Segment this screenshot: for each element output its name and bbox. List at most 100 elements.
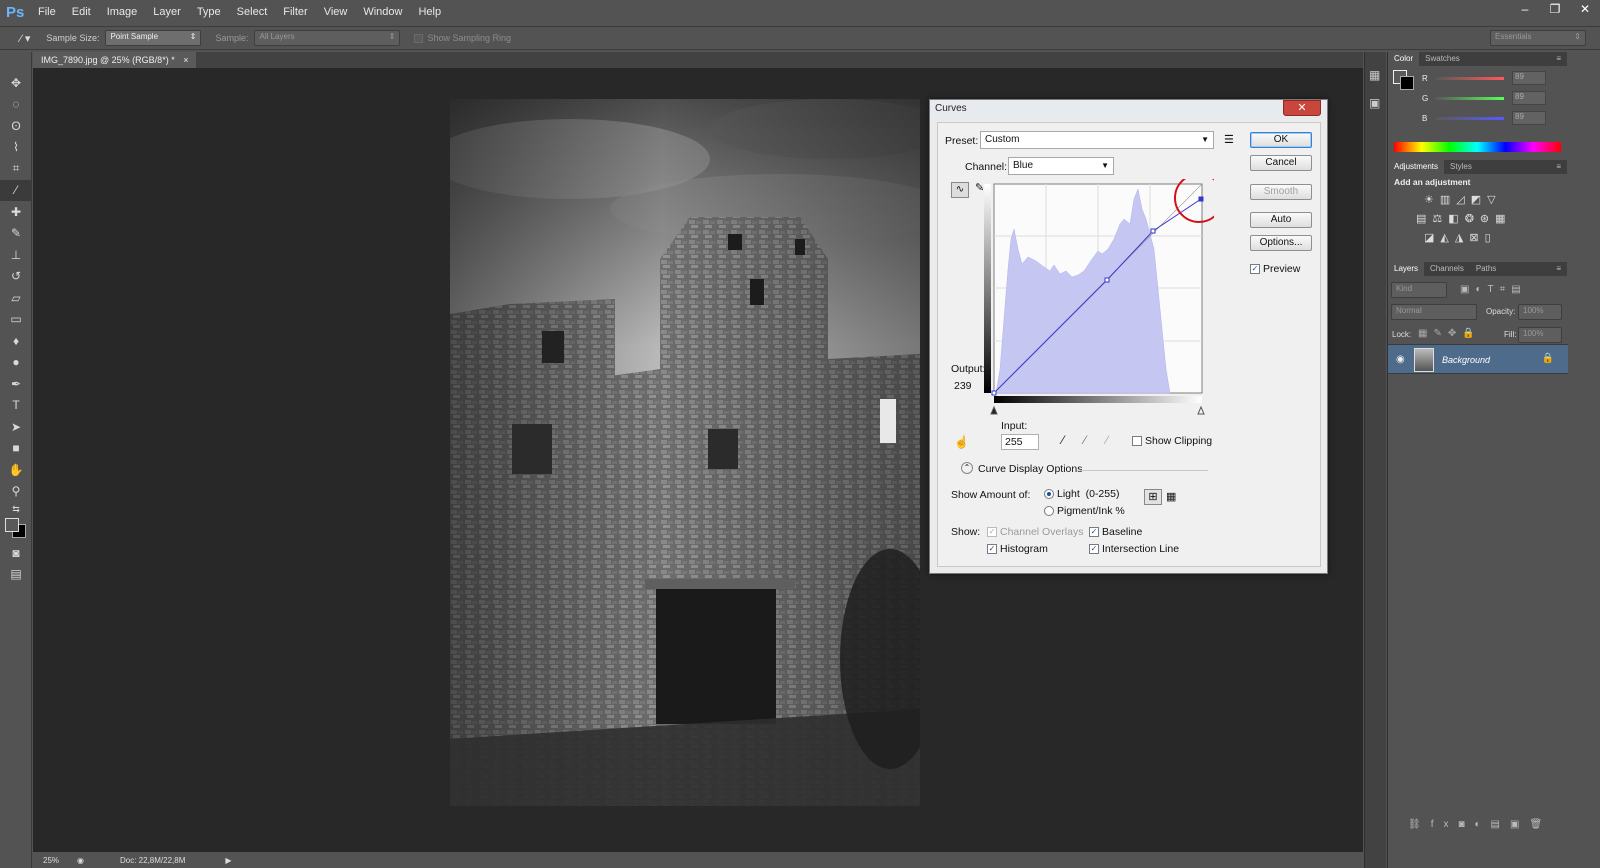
hue-saturation-icon[interactable]: ▤ (1416, 212, 1426, 225)
output-field[interactable]: 239 (951, 378, 983, 394)
zoom-level[interactable]: 25% (43, 856, 59, 865)
preset-select[interactable]: Custom ▼ (980, 131, 1214, 149)
menu-help[interactable]: Help (410, 6, 449, 18)
posterize-icon[interactable]: ◭ (1440, 231, 1448, 244)
color-balance-icon[interactable]: ⚖ (1432, 212, 1442, 225)
blur-tool-icon[interactable]: ♦ (0, 330, 32, 352)
minimize-button[interactable]: – (1510, 0, 1540, 20)
panel-menu-icon[interactable]: ≡ (1550, 52, 1567, 66)
blue-value[interactable]: 89 (1512, 111, 1546, 125)
fill-field[interactable]: 100% (1518, 327, 1562, 343)
grid-simple-icon[interactable]: ⊞ (1144, 489, 1162, 505)
menu-edit[interactable]: Edit (64, 6, 99, 18)
baseline-checkbox[interactable]: ✓ (1089, 527, 1099, 537)
white-point-slider[interactable] (1197, 405, 1205, 415)
input-field[interactable]: 255 (1001, 434, 1039, 450)
pigment-ink-radio[interactable] (1044, 506, 1054, 516)
color-lookup-icon[interactable]: ▦ (1495, 212, 1505, 225)
quick-select-tool-icon[interactable]: ⌇ (0, 137, 32, 159)
history-brush-tool-icon[interactable]: ↺ (0, 266, 32, 288)
history-panel-icon[interactable]: ▦ (1369, 68, 1386, 82)
cancel-button[interactable]: Cancel (1250, 155, 1312, 171)
clone-stamp-tool-icon[interactable]: ⊥ (0, 244, 32, 266)
properties-panel-icon[interactable]: ▣ (1369, 96, 1386, 110)
gradient-map-icon[interactable]: ▯ (1485, 231, 1491, 244)
tab-swatches[interactable]: Swatches (1419, 52, 1466, 66)
collapse-options-icon[interactable]: ⌃ (961, 462, 973, 474)
dodge-tool-icon[interactable]: ● (0, 352, 32, 374)
layer-row-background[interactable]: ◉ Background 🔒 (1388, 344, 1568, 374)
close-window-button[interactable]: ✕ (1570, 0, 1600, 20)
foreground-background-swatches[interactable] (0, 516, 31, 542)
panel-menu-icon[interactable]: ≡ (1550, 160, 1567, 174)
menu-type[interactable]: Type (189, 6, 229, 18)
zoom-tool-icon[interactable]: ⚲ (0, 481, 32, 503)
menu-layer[interactable]: Layer (145, 6, 189, 18)
layer-filter-icons[interactable]: ▣◐T⌗▤ (1460, 284, 1527, 295)
photo-filter-icon[interactable]: ❂ (1465, 212, 1474, 225)
black-point-slider[interactable] (990, 405, 998, 415)
healing-brush-tool-icon[interactable]: ✚ (0, 201, 32, 223)
preset-options-icon[interactable]: ☰ (1224, 133, 1234, 146)
menu-window[interactable]: Window (355, 6, 410, 18)
channel-select[interactable]: Blue ▼ (1008, 157, 1114, 175)
workspace-select[interactable]: Essentials ⇕ (1490, 30, 1586, 46)
move-tool-icon[interactable]: ✥ (0, 72, 32, 94)
document-image[interactable] (450, 99, 920, 806)
red-slider[interactable] (1436, 76, 1504, 80)
white-eyedropper-icon[interactable]: ⁄ (1106, 433, 1108, 447)
color-spectrum-bar[interactable] (1394, 142, 1561, 152)
menu-file[interactable]: File (30, 6, 64, 18)
type-tool-icon[interactable]: T (0, 395, 32, 417)
light-radio[interactable] (1044, 489, 1054, 499)
kind-filter-select[interactable]: Kind (1391, 282, 1447, 298)
invert-icon[interactable]: ◪ (1424, 231, 1434, 244)
blue-slider[interactable] (1436, 116, 1504, 120)
menu-view[interactable]: View (316, 6, 356, 18)
options-button[interactable]: Options... (1250, 235, 1312, 251)
sample-select[interactable]: All Layers ⇕ (254, 30, 401, 46)
selective-color-icon[interactable]: ⊠ (1469, 231, 1478, 244)
menu-filter[interactable]: Filter (275, 6, 315, 18)
smooth-button[interactable]: Smooth (1250, 184, 1312, 200)
curves-icon[interactable]: ◿ (1456, 193, 1464, 206)
quick-mask-icon[interactable]: ◙ (0, 542, 32, 564)
levels-icon[interactable]: ▥ (1440, 193, 1450, 206)
curves-close-button[interactable]: ✕ (1283, 100, 1321, 116)
histogram-checkbox[interactable]: ✓ (987, 544, 997, 554)
green-slider[interactable] (1436, 96, 1504, 100)
gray-eyedropper-icon[interactable]: ⁄ (1084, 433, 1086, 447)
foreground-color-swatch[interactable] (5, 518, 19, 532)
document-tab[interactable]: IMG_7890.jpg @ 25% (RGB/8*) * × (33, 52, 197, 68)
vibrance-icon[interactable]: ▽ (1487, 193, 1495, 206)
channel-overlays-checkbox[interactable]: ✓ (987, 527, 997, 537)
show-clipping-checkbox[interactable] (1132, 436, 1142, 446)
screen-mode-icon[interactable]: ▤ (0, 564, 32, 586)
gradient-tool-icon[interactable]: ▭ (0, 309, 32, 331)
preview-checkbox[interactable]: ✓ (1250, 264, 1260, 274)
shape-tool-icon[interactable]: ■ (0, 438, 32, 460)
close-tab-icon[interactable]: × (183, 55, 188, 65)
black-white-icon[interactable]: ◧ (1448, 212, 1458, 225)
grid-detailed-icon[interactable]: ▦ (1166, 490, 1176, 503)
tab-color[interactable]: Color (1388, 52, 1420, 66)
menu-image[interactable]: Image (99, 6, 146, 18)
green-value[interactable]: 89 (1512, 91, 1546, 105)
marquee-tool-icon[interactable]: ◌ (0, 94, 32, 116)
sample-size-select[interactable]: Point Sample ⇕ (105, 30, 202, 46)
exposure-icon[interactable]: ◩ (1471, 193, 1481, 206)
panel-menu-icon[interactable]: ≡ (1550, 262, 1567, 276)
channel-mixer-icon[interactable]: ⊛ (1480, 212, 1489, 225)
layers-footer-icons[interactable]: ⛓fx◙◐▤▣🗑 (1408, 819, 1552, 830)
blend-mode-select[interactable]: Normal (1391, 304, 1477, 320)
tab-adjustments[interactable]: Adjustments (1388, 160, 1445, 174)
eyedropper-tool-icon[interactable]: ⁄ (0, 179, 32, 201)
target-adjust-icon[interactable]: ☝ (954, 435, 969, 449)
intersection-line-checkbox[interactable]: ✓ (1089, 544, 1099, 554)
brightness-icon[interactable]: ☀ (1424, 193, 1434, 206)
pencil-draw-icon[interactable]: ✎ (975, 181, 984, 194)
tab-channels[interactable]: Channels (1424, 262, 1470, 276)
tab-paths[interactable]: Paths (1470, 262, 1502, 276)
edit-points-curve-icon[interactable]: ∿ (951, 182, 969, 198)
menu-select[interactable]: Select (229, 6, 276, 18)
